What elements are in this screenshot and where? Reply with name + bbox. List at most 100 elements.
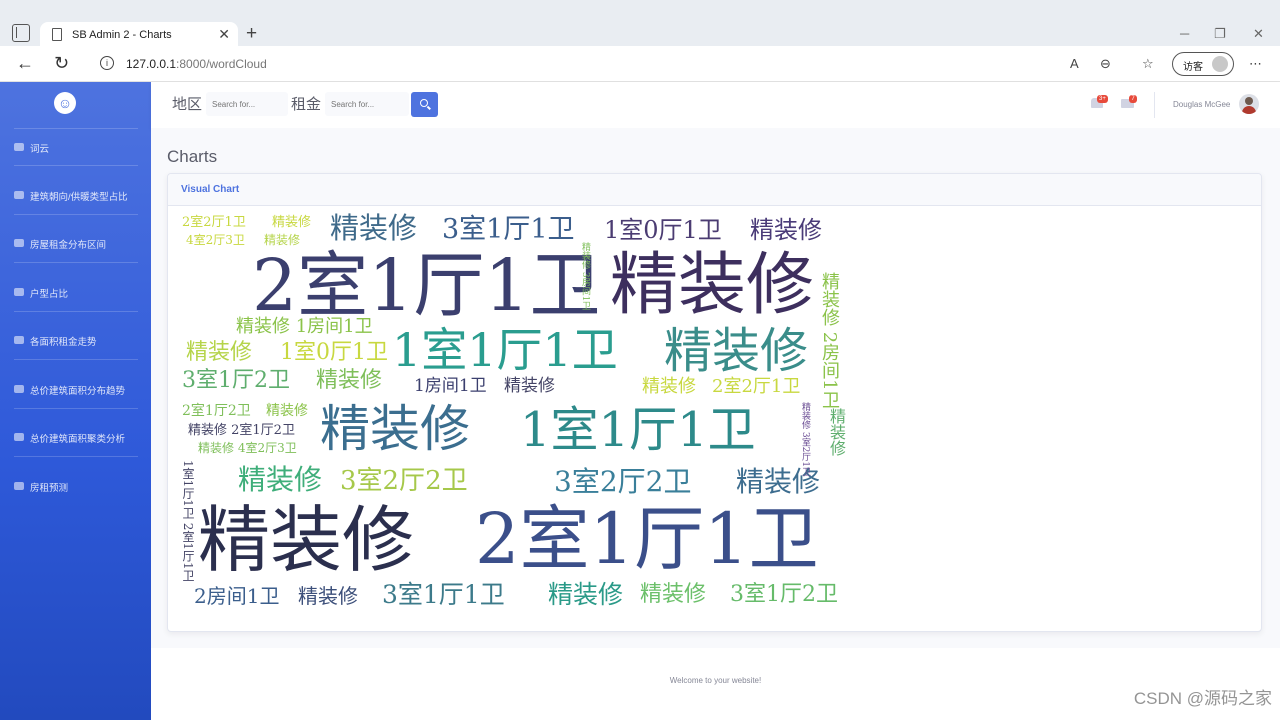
address-bar: ← ↻ i 127.0.0.1:8000/wordCloud A ⊖ ☆ 访客 … [0,46,1280,82]
sidebar-item-label: 房租预测 [30,483,69,494]
sidebar-divider [14,456,138,457]
page-icon [52,28,62,41]
region-search-input[interactable] [206,92,288,116]
sidebar-item-cluster[interactable]: 总价建筑面积聚类分析 [0,414,151,462]
wordcloud-word: 精装修 [264,233,301,247]
profile-button[interactable]: 访客 [1172,52,1234,76]
tab-actions-icon[interactable] [12,24,30,42]
wordcloud-word: 3室1厅2卫 [730,582,838,607]
table-icon [14,433,24,441]
site-info-icon[interactable]: i [100,56,114,70]
wordcloud-word: 精装修 2房间1卫 [819,272,840,409]
wordcloud-word: 1室1厅1卫 [392,323,618,377]
wordcloud-word: 精装修 [316,368,383,393]
alerts-badge: 3+ [1097,95,1108,103]
wordcloud-word: 精装修 [610,246,815,325]
close-tab-icon[interactable]: ✕ [218,26,230,43]
table-icon [14,385,24,393]
table-icon [14,239,24,247]
sidebar-item-label: 各面积租金走势 [30,337,97,348]
wordcloud-word: 3室2厅2卫 [554,465,692,498]
sidebar-divider [14,165,138,166]
sidebar-divider [14,262,138,263]
wordcloud-word: 精装修 [330,212,418,245]
sidebar-divider [14,214,138,215]
wordcloud-word: 精装修 3室2厅1卫 [800,402,810,477]
footer-text: Welcome to your website! [669,676,762,685]
brand-laugh-icon[interactable]: ☺ [54,92,76,114]
minimize-icon[interactable]: ─ [1180,26,1189,41]
refresh-icon[interactable]: ↻ [54,54,69,72]
wordcloud-word: 2室1厅2卫 [182,403,251,419]
sidebar-item-label: 建筑朝向/供暖类型占比 [30,192,128,203]
table-icon [14,482,24,490]
search-button[interactable] [411,92,438,117]
wordcloud-word: 精装修 1房间1卫 [236,316,373,337]
sidebar-item-layout[interactable]: 户型占比 [0,269,151,317]
wordcloud-word: 精装修 [266,403,308,419]
sidebar-item-rent-range[interactable]: 房屋租金分布区间 [0,220,151,268]
browser-tab[interactable]: SB Admin 2 - Charts ✕ [40,22,238,48]
sidebar-item-label: 总价建筑面积分布趋势 [30,386,126,397]
user-avatar[interactable] [1239,94,1259,114]
wordcloud-word: 2室2厅1卫 [182,215,246,230]
sidebar-item-label: 户型占比 [30,289,69,300]
sidebar-item-rent-predict[interactable]: 房租预测 [0,463,151,511]
more-icon[interactable]: ⋯ [1249,56,1262,72]
back-icon[interactable]: ← [16,54,34,72]
wordcloud-word: 精装修 [642,376,696,397]
wordcloud-word: 精装修 [640,582,707,607]
restore-icon[interactable]: ❐ [1214,26,1226,42]
wordcloud-word: 1室1厅1卫 2室1厅1卫 [181,460,195,582]
table-icon [14,336,24,344]
card-title: Visual Chart [181,184,240,195]
wordcloud-word: 精装修 [664,323,809,379]
tab-title: SB Admin 2 - Charts [72,29,172,41]
sidebar-item-label: 词云 [30,144,50,155]
chart-card: Visual Chart 2室1厅1卫 精装修 1室1厅1卫 精装修 精装修 1… [167,173,1262,632]
wordcloud-word: 2室1厅1卫 [475,498,819,580]
rent-label: 租金 [291,96,322,113]
wordcloud-word: 1室0厅1卫 [280,340,388,365]
wordcloud-word: 1室0厅1卫 [604,216,722,244]
wordcloud-word: 精装修 [272,215,312,230]
sidebar-item-price-area-trend[interactable]: 总价建筑面积分布趋势 [0,366,151,414]
sidebar-item-area-rent[interactable]: 各面积租金走势 [0,317,151,365]
url-text[interactable]: 127.0.0.1:8000/wordCloud [126,57,267,71]
wordcloud-word: 精装修 [548,580,624,609]
new-tab-icon[interactable]: + [246,24,257,43]
wordcloud-word: 精装修 [827,408,846,456]
wordcloud-word: 3室1厅2卫 [182,368,290,393]
favorites-icon[interactable]: ☆ [1142,56,1154,72]
sidebar-item-label: 总价建筑面积聚类分析 [30,434,126,445]
user-name[interactable]: Douglas McGee [1173,100,1230,109]
sidebar-item-orientation[interactable]: 建筑朝向/供暖类型占比 [0,172,151,220]
sidebar: ☺ 词云 建筑朝向/供暖类型占比 房屋租金分布区间 户型占比 各面积租金走势 总… [0,82,151,720]
sidebar-divider [14,311,138,312]
topbar: 地区 租金 3+ 7 Douglas McGee [151,82,1280,128]
wordcloud-word: 精装修 [750,216,822,244]
wordcloud-word: 精装修 [504,376,555,396]
wordcloud-word: 3室1厅1卫 [442,214,575,245]
footer: Welcome to your website! [151,648,1280,720]
cloud-icon [14,143,24,151]
profile-label: 访客 [1183,62,1203,73]
zoom-icon[interactable]: ⊖ [1100,56,1111,72]
wordcloud-word: 3室1厅1卫 [382,580,505,609]
wordcloud-word: 4室2厅3卫 [186,233,245,247]
rent-search-input[interactable] [325,92,409,116]
search-icon [420,99,428,107]
sidebar-item-label: 房屋租金分布区间 [30,240,107,251]
table-icon [14,288,24,296]
wordcloud-word: 2室2厅1卫 [712,376,801,397]
sidebar-divider [14,359,138,360]
wordcloud-word: 精装修 2室1厅2卫 [188,423,295,438]
main-content: Charts Visual Chart 2室1厅1卫 精装修 1室1厅1卫 精装… [151,128,1280,720]
messages-badge: 7 [1129,95,1137,103]
wordcloud-word: 精装修 [198,498,415,582]
close-window-icon[interactable]: ✕ [1253,26,1264,42]
url-field[interactable]: i 127.0.0.1:8000/wordCloud [88,51,1158,77]
wordcloud-word: 精装修 4室2厅3卫 [198,441,297,455]
read-aloud-icon[interactable]: A [1070,56,1079,71]
wordcloud-word: 1房间1卫 [414,376,487,396]
